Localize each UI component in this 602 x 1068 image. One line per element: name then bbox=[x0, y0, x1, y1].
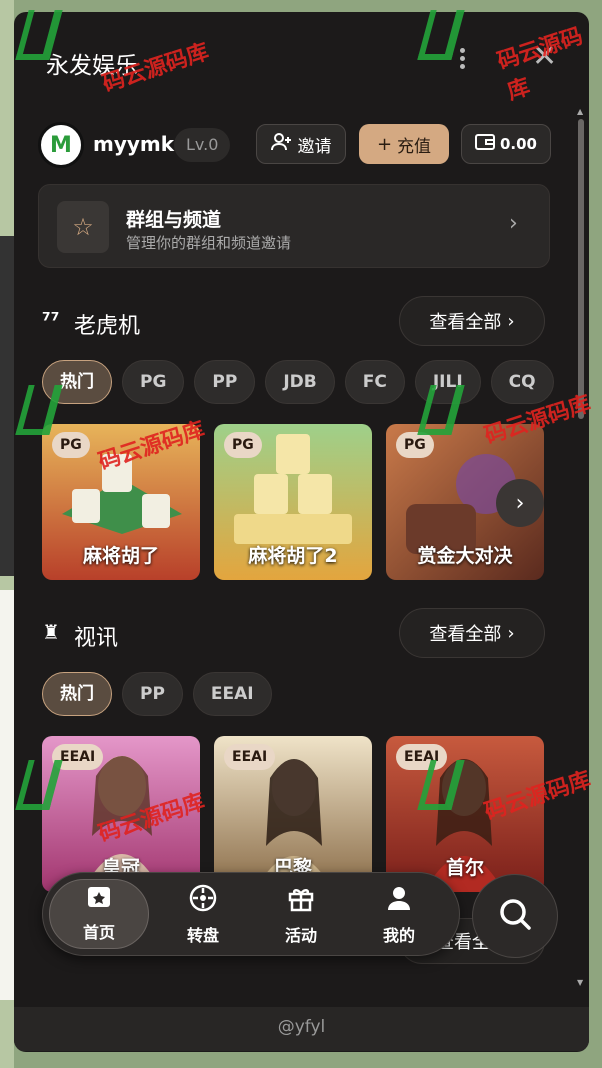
wallet-button[interactable]: 0.00 bbox=[461, 124, 551, 164]
scroll-up-arrow[interactable]: ▲ bbox=[577, 107, 583, 116]
nav-label: 首页 bbox=[82, 923, 115, 942]
background-strip bbox=[0, 236, 14, 576]
video-section-header: ♜ 视讯 查看全部 › bbox=[42, 608, 545, 658]
user-row: M myymk Lv.0 邀请 + 充值 0.00 bbox=[38, 122, 558, 168]
slots-games-row: PG 麻将胡了 PG 麻将胡了2 PG 赏金大对决 bbox=[42, 424, 552, 582]
game-card[interactable]: EEAI 首尔 bbox=[386, 736, 544, 892]
section-title: 视讯 bbox=[74, 626, 119, 651]
slots-section-header: ⁷⁷ 老虎机 查看全部 › bbox=[42, 296, 545, 346]
chip-pp[interactable]: PP bbox=[122, 672, 183, 716]
wallet-icon bbox=[474, 133, 495, 155]
star-icon: ☆ bbox=[57, 201, 109, 253]
view-all-button[interactable]: 查看全部 › bbox=[399, 608, 545, 658]
mini-app-window: 永发娱乐 ✕ ▲ ▼ M myymk Lv.0 邀请 + 充值 0.00 ☆ 群… bbox=[14, 12, 589, 1052]
chip-cq[interactable]: CQ bbox=[490, 360, 554, 404]
provider-tag: PG bbox=[52, 432, 90, 458]
section-title: 老虎机 bbox=[74, 314, 141, 339]
view-all-label: 查看全部 bbox=[429, 312, 502, 333]
chip-pg[interactable]: PG bbox=[122, 360, 185, 404]
wallet-balance: 0.00 bbox=[499, 135, 537, 153]
chevron-right-icon: › bbox=[509, 211, 518, 236]
game-name: 麻将胡了2 bbox=[248, 545, 338, 567]
scrollbar[interactable]: ▲ ▼ bbox=[577, 107, 585, 987]
provider-tag: PG bbox=[396, 432, 434, 458]
gift-icon bbox=[251, 883, 351, 922]
level-badge: Lv.0 bbox=[174, 128, 231, 162]
game-name: 赏金大对决 bbox=[417, 545, 513, 567]
chip-fc[interactable]: FC bbox=[344, 360, 405, 404]
game-card[interactable]: PG 麻将胡了 bbox=[42, 424, 200, 580]
nav-label: 我的 bbox=[382, 926, 415, 945]
chevron-right-icon: › bbox=[507, 310, 515, 332]
plus-icon: + bbox=[376, 133, 393, 155]
groups-channels-card[interactable]: ☆ 群组与频道 管理你的群组和频道邀请 › bbox=[38, 184, 550, 268]
chip-eeai[interactable]: EEAI bbox=[192, 672, 272, 716]
nav-label: 活动 bbox=[284, 926, 317, 945]
username: myymk bbox=[93, 132, 175, 156]
video-games-row: EEAI 皇冠 EEAI 巴黎 EEAI 首尔 bbox=[42, 736, 552, 894]
avatar[interactable]: M bbox=[38, 122, 84, 168]
scroll-down-arrow[interactable]: ▼ bbox=[577, 978, 583, 987]
bottom-navigation: 首页 转盘 活动 我的 bbox=[42, 872, 460, 956]
window-title: 永发娱乐 bbox=[46, 53, 138, 79]
avatar-logo: M bbox=[50, 132, 72, 158]
slots-provider-chips: 热门 PG PP JDB FC JILI CQ bbox=[42, 360, 582, 406]
recharge-button[interactable]: + 充值 bbox=[359, 124, 449, 164]
title-bar: 永发娱乐 ✕ bbox=[14, 12, 589, 106]
nav-activity[interactable]: 活动 bbox=[251, 879, 351, 949]
background-message-area bbox=[0, 590, 14, 1000]
recharge-label: 充值 bbox=[397, 136, 432, 157]
user-icon bbox=[349, 883, 449, 922]
close-icon[interactable]: ✕ bbox=[532, 42, 557, 72]
search-icon bbox=[497, 896, 533, 936]
game-card[interactable]: PG 麻将胡了2 bbox=[214, 424, 372, 580]
footer-handle: @yfyl bbox=[277, 1017, 326, 1037]
game-name: 麻将胡了 bbox=[82, 545, 159, 567]
add-user-icon bbox=[270, 132, 293, 157]
slot-777-icon: ⁷⁷ bbox=[42, 308, 60, 332]
game-card[interactable]: EEAI 巴黎 bbox=[214, 736, 372, 892]
home-card-icon bbox=[50, 884, 148, 919]
chevron-right-icon: › bbox=[515, 490, 525, 516]
chip-hot[interactable]: 热门 bbox=[42, 672, 112, 716]
nav-home[interactable]: 首页 bbox=[49, 879, 149, 949]
game-card[interactable]: EEAI 皇冠 bbox=[42, 736, 200, 892]
chip-jdb[interactable]: JDB bbox=[265, 360, 335, 404]
provider-tag: PG bbox=[224, 432, 262, 458]
nav-label: 转盘 bbox=[186, 926, 219, 945]
wheel-icon bbox=[153, 883, 253, 922]
provider-tag: EEAI bbox=[224, 744, 276, 770]
nav-profile[interactable]: 我的 bbox=[349, 879, 449, 949]
dealer-icon: ♜ bbox=[42, 620, 60, 644]
view-all-button[interactable]: 查看全部 › bbox=[399, 296, 545, 346]
invite-label: 邀请 bbox=[297, 136, 332, 157]
background-chat bbox=[0, 0, 14, 1068]
invite-button[interactable]: 邀请 bbox=[256, 124, 346, 164]
more-menu-icon[interactable] bbox=[456, 45, 468, 75]
video-provider-chips: 热门 PP EEAI bbox=[42, 672, 582, 718]
chip-pp[interactable]: PP bbox=[194, 360, 256, 404]
chevron-right-icon: › bbox=[507, 622, 515, 644]
groups-title: 群组与频道 bbox=[126, 209, 222, 231]
groups-subtitle: 管理你的群组和频道邀请 bbox=[126, 234, 292, 252]
view-all-label: 查看全部 bbox=[429, 624, 502, 645]
carousel-next-button[interactable]: › bbox=[496, 479, 544, 527]
footer: @yfyl bbox=[14, 1007, 589, 1051]
nav-wheel[interactable]: 转盘 bbox=[153, 879, 253, 949]
search-button[interactable] bbox=[472, 874, 558, 958]
